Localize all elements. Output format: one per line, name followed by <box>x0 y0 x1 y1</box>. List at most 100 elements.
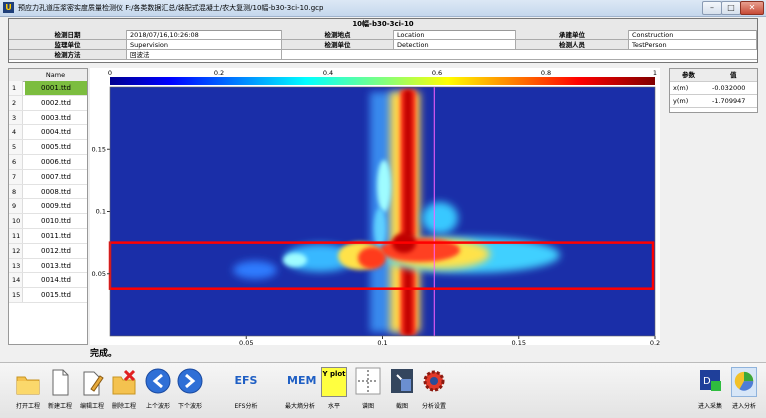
file-row-number: 13 <box>9 258 23 273</box>
heatmap-blob <box>377 160 391 212</box>
close-button[interactable]: ✕ <box>740 1 764 15</box>
field-value-constructor[interactable]: Construction <box>629 30 757 40</box>
y-tick-label: 0.1 <box>96 208 106 216</box>
efs-analysis-label: EFS分析 <box>234 403 258 410</box>
spectrum-icon <box>355 367 381 395</box>
file-list-item[interactable]: 1 0001.ttd <box>9 81 87 96</box>
file-row-number: 5 <box>9 140 23 154</box>
file-list-item[interactable]: 14 0014.ttd <box>9 273 87 289</box>
file-row-number: 9 <box>9 199 23 214</box>
screenshot-icon <box>391 369 413 393</box>
analysis-settings-label: 分析设置 <box>421 403 446 410</box>
field-label-test-date: 检测日期 <box>9 30 127 40</box>
next-wave-button[interactable]: 下个波形 <box>174 367 206 413</box>
field-value-supervision[interactable]: Supervision <box>127 40 282 50</box>
file-name: 0003.ttd <box>41 113 71 122</box>
field-label-tester: 检测人员 <box>516 40 629 50</box>
file-list-item[interactable]: 11 0011.ttd <box>9 229 87 244</box>
file-name: 0006.ttd <box>41 158 71 166</box>
param-name: y(m) <box>673 97 689 105</box>
file-row-number: 1 <box>9 81 23 95</box>
field-label-location: 检测地点 <box>282 30 394 40</box>
file-row-number: 12 <box>9 243 23 258</box>
arrow-left-icon <box>145 368 171 394</box>
file-name: 0015.ttd <box>41 291 71 300</box>
field-value-detection-unit[interactable]: Detection <box>394 40 516 50</box>
heatmap-chart[interactable]: 0 0.2 0.4 0.6 0.8 1 0.05 0.1 0.15 0.2 0.05 0.1 0.15 <box>90 68 660 345</box>
y-plot-icon: Y plot <box>321 367 347 397</box>
file-row-number: 4 <box>9 125 23 140</box>
acquisition-icon: D <box>700 370 721 391</box>
colorbar-tick-label: 0.8 <box>541 69 551 77</box>
x-tick-label: 0.1 <box>377 339 387 345</box>
maximize-button[interactable]: □ <box>721 1 741 15</box>
folder-open-icon <box>16 376 40 395</box>
file-list-item[interactable]: 5 0005.ttd <box>9 140 87 155</box>
edit-file-icon <box>83 371 104 396</box>
colorbar-tick-label: 0.6 <box>432 69 442 77</box>
file-row-number: 14 <box>9 273 23 288</box>
field-value-tester[interactable]: TestPerson <box>629 40 757 50</box>
params-header-value: 值 <box>730 71 737 79</box>
file-name: 0014.ttd <box>41 276 71 285</box>
params-header-name: 参数 <box>682 71 695 79</box>
file-list-item[interactable]: 15 0015.ttd <box>9 288 87 303</box>
file-list-item[interactable]: 7 0007.ttd <box>9 169 87 185</box>
file-list-item[interactable]: 10 0010.ttd <box>9 214 87 229</box>
file-list-item[interactable]: 8 0008.ttd <box>9 184 87 200</box>
heatmap-blob <box>283 253 307 267</box>
efs-analysis-button[interactable]: EFS EFS分析 <box>230 367 262 413</box>
app-logo-icon: U <box>3 2 14 13</box>
colorbar-tick-label: 0 <box>108 69 112 77</box>
file-name: 0001.ttd <box>25 81 87 95</box>
file-list-item[interactable]: 12 0012.ttd <box>9 243 87 259</box>
file-name: 0013.ttd <box>41 261 71 270</box>
file-row-number: 11 <box>9 229 23 243</box>
file-row-number: 15 <box>9 288 23 302</box>
field-label-detection-unit: 检测单位 <box>282 40 394 50</box>
file-row-number: 7 <box>9 169 23 184</box>
heatmap-blob <box>404 90 412 335</box>
field-label-supervision: 监理单位 <box>9 40 127 50</box>
heatmap-blob <box>422 202 458 234</box>
x-tick-label: 0.2 <box>650 339 660 345</box>
field-value-location[interactable]: Location <box>394 30 516 40</box>
x-tick-label: 0.05 <box>239 339 253 345</box>
params-row-x: x(m) -0.032000 <box>670 82 757 95</box>
file-name: 0007.ttd <box>41 172 71 181</box>
param-name: x(m) <box>673 84 689 92</box>
file-list-header-label: Name <box>45 71 66 79</box>
bottom-toolbar: 打开工程 新建工程 编辑工程 删除工程 上个波形 下个波形 EFS EFS分析 … <box>0 362 766 418</box>
file-name: 0002.ttd <box>41 98 71 107</box>
file-list-item[interactable]: 3 0003.ttd <box>9 110 87 126</box>
param-value: -0.032000 <box>712 84 746 92</box>
file-row-number: 2 <box>9 95 23 110</box>
status-text: 完成。 <box>90 349 118 359</box>
heatmap-svg[interactable]: 0 0.2 0.4 0.6 0.8 1 0.05 0.1 0.15 0.2 0.05 0.1 0.15 <box>90 68 660 345</box>
heatmap-blob <box>233 261 277 279</box>
enter-analysis-button[interactable]: 进入分析 <box>728 367 760 413</box>
field-value-method[interactable]: 回波法 <box>127 50 282 60</box>
efs-icon: EFS <box>234 374 258 387</box>
svg-text:D: D <box>703 376 711 387</box>
field-value-test-date[interactable]: 2018/07/16,10:26:08 <box>127 30 282 40</box>
minimize-button[interactable]: – <box>702 1 722 15</box>
file-name: 0012.ttd <box>41 246 71 255</box>
analysis-settings-button[interactable]: 分析设置 <box>418 367 450 413</box>
file-list-item[interactable]: 6 0006.ttd <box>9 155 87 170</box>
file-list: Name 1 0001.ttd 2 0002.ttd 3 0003.ttd 4 0004.tt… <box>8 68 88 345</box>
file-name: 0005.ttd <box>41 143 71 152</box>
file-row-number: 3 <box>9 110 23 125</box>
file-row-number: 10 <box>9 214 23 228</box>
param-value: -1.709947 <box>712 97 746 105</box>
file-list-item[interactable]: 2 0002.ttd <box>9 95 87 111</box>
title-bar: U 预应力孔道压浆密实度质量检测仪 F:/各类数据汇总/装配式混凝土/农大复测/… <box>0 0 766 17</box>
file-list-item[interactable]: 4 0004.ttd <box>9 125 87 141</box>
record-info-table: 10幅-b30-3ci-10 检测日期 2018/07/16,10:26:08 … <box>8 18 758 63</box>
field-label-constructor: 承建单位 <box>516 30 629 40</box>
analysis-pie-icon <box>731 367 757 397</box>
colorbar-tick-label: 1 <box>653 69 657 77</box>
params-header-row: 参数 值 <box>670 69 757 82</box>
file-list-item[interactable]: 13 0013.ttd <box>9 258 87 274</box>
file-list-item[interactable]: 9 0009.ttd <box>9 199 87 215</box>
